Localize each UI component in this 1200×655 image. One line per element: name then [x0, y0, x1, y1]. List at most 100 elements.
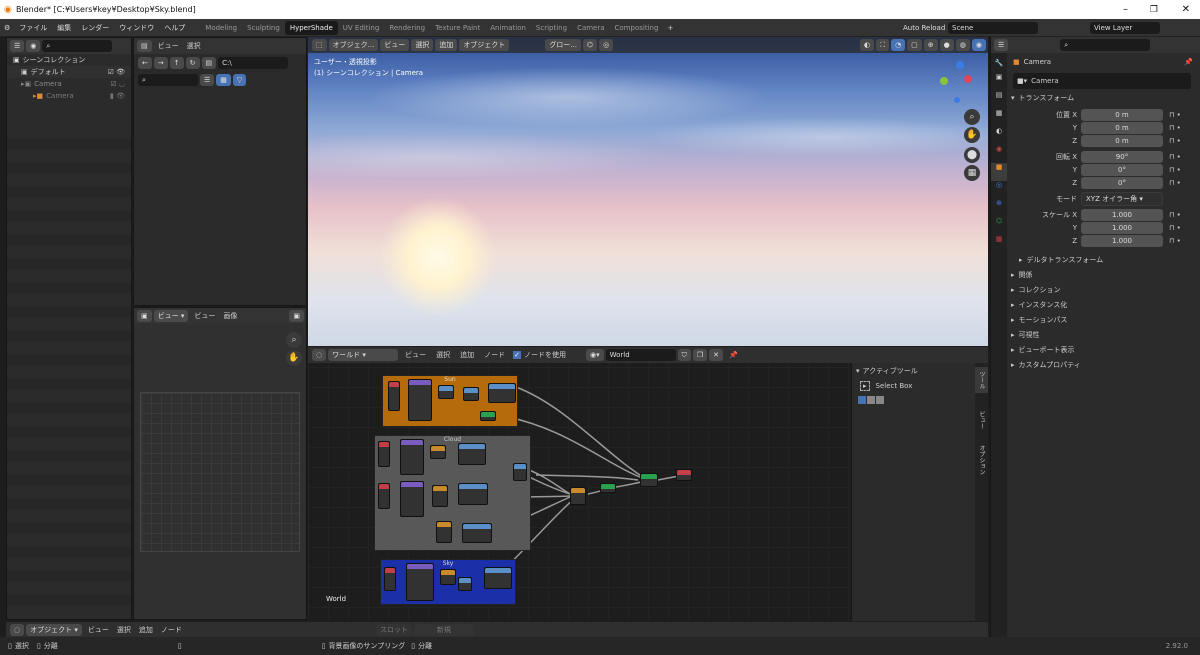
node[interactable] — [400, 439, 424, 475]
menu-select[interactable]: 選択 — [117, 625, 131, 635]
axis-z-icon[interactable] — [956, 61, 964, 69]
node[interactable] — [513, 463, 527, 481]
mode-dropdown[interactable]: オブジェク... — [328, 39, 379, 51]
transform-section-header[interactable]: ▾ トランスフォーム — [1009, 91, 1199, 106]
view-mode-dropdown[interactable]: ビュー ▾ — [153, 310, 189, 322]
workspace-tab[interactable]: Scripting — [531, 21, 572, 35]
node[interactable] — [440, 569, 456, 585]
editor-type-button[interactable]: ☰ — [10, 40, 25, 52]
node[interactable] — [438, 385, 454, 399]
editor-type-button[interactable]: ☰ — [994, 39, 1009, 51]
visibility-section[interactable]: ▸ 可視性 — [1009, 328, 1199, 343]
auto-reload-label[interactable]: Auto Reload — [898, 24, 950, 32]
editor-type-button[interactable]: ◌ — [10, 623, 25, 636]
filter-icon[interactable]: ▽ — [232, 74, 247, 86]
menu-image[interactable]: 画像 — [223, 311, 237, 321]
axis-x-icon[interactable] — [964, 75, 972, 83]
node-frame-cloud[interactable]: Cloud — [374, 435, 531, 551]
outliner-row[interactable]: ▣ デフォルト ☑ 👁 — [7, 66, 131, 78]
select-new-icon[interactable] — [858, 396, 866, 404]
scale-y-field[interactable]: 1.000 — [1081, 222, 1163, 234]
node[interactable] — [570, 487, 586, 505]
view-layer-tab-icon[interactable]: ▦ — [991, 109, 1007, 127]
outliner-row[interactable]: ▣ シーンコレクション — [7, 54, 131, 66]
menu-node[interactable]: ノード — [161, 625, 182, 635]
scene-tab-icon[interactable]: ◐ — [991, 127, 1007, 145]
lock-icon[interactable]: ⊓ • — [1169, 109, 1181, 121]
node[interactable] — [378, 441, 390, 467]
search-input[interactable]: ⌕ — [42, 40, 113, 52]
menu-add[interactable]: 追加 — [435, 39, 458, 51]
hand-icon[interactable]: ✋ — [964, 127, 980, 143]
sidebar-tab-view[interactable]: ビュー — [975, 407, 988, 433]
node[interactable] — [462, 523, 492, 543]
maximize-button[interactable]: ❐ — [1150, 5, 1158, 15]
scale-x-field[interactable]: 1.000 — [1081, 209, 1163, 221]
properties-search-input[interactable]: ⌕ — [1060, 39, 1151, 51]
menu-view[interactable]: ビュー — [194, 311, 215, 321]
parent-icon[interactable]: ↑ — [169, 57, 184, 69]
overlay-toggle-icon[interactable]: ◔ — [891, 39, 906, 51]
workspace-tab[interactable]: Animation — [485, 21, 531, 35]
node[interactable] — [384, 567, 396, 591]
node[interactable] — [676, 469, 692, 481]
node[interactable] — [463, 387, 479, 401]
node[interactable] — [432, 485, 448, 507]
rotation-mode-dropdown[interactable]: XYZ オイラー角 ▾ — [1081, 192, 1163, 206]
node[interactable] — [430, 445, 446, 459]
object-name-field[interactable]: ■▾ Camera — [1013, 73, 1191, 89]
list-view-icon[interactable]: ☰ — [200, 74, 215, 86]
location-z-field[interactable]: 0 m — [1081, 135, 1163, 147]
add-workspace-icon[interactable]: + — [663, 24, 677, 32]
location-x-field[interactable]: 0 m — [1081, 109, 1163, 121]
solid-shading-icon[interactable]: ● — [939, 39, 954, 51]
lock-icon[interactable]: ⊓ • — [1169, 222, 1181, 234]
lock-icon[interactable]: ⊓ • — [1169, 235, 1181, 247]
texture-tab-icon[interactable]: ▦ — [991, 235, 1007, 253]
workspace-tab-active[interactable]: HyperShade — [284, 20, 338, 35]
select-subtract-icon[interactable] — [876, 396, 884, 404]
editor-type-button[interactable]: ⬚ — [312, 39, 327, 51]
collections-section[interactable]: ▸ コレクション — [1009, 283, 1199, 298]
select-extend-icon[interactable] — [867, 396, 875, 404]
eye-icon[interactable]: ▮ 👁 — [110, 92, 125, 100]
node[interactable] — [458, 443, 486, 465]
active-tool-header[interactable]: ▾ アクティブツール — [852, 363, 975, 379]
menu-add[interactable]: 追加 — [139, 625, 153, 635]
node[interactable] — [488, 383, 516, 403]
tool-tab-icon[interactable]: 🔧 — [991, 53, 1007, 73]
display-mode-button[interactable]: ◉ — [26, 40, 41, 52]
constraint-tab-icon[interactable]: ⊕ — [991, 199, 1007, 217]
workspace-tab[interactable]: Camera — [572, 21, 609, 35]
perspective-toggle-icon[interactable]: ▦ — [964, 165, 980, 181]
lock-icon[interactable]: ⊓ • — [1169, 135, 1181, 147]
axis-neg-z-icon[interactable] — [954, 97, 960, 103]
menu-help[interactable]: ヘルプ — [159, 23, 190, 33]
outliner-row[interactable]: ▸▣ Camera ☑ ◡ — [7, 78, 131, 90]
outliner-row[interactable]: ▸■ Camera ▮ 👁 — [7, 90, 131, 102]
node[interactable] — [600, 483, 616, 493]
workspace-tab[interactable]: Texture Paint — [430, 21, 485, 35]
physics-tab-icon[interactable]: ◎ — [991, 181, 1007, 199]
refresh-icon[interactable]: ↻ — [185, 57, 200, 69]
menu-render[interactable]: レンダー — [76, 23, 114, 33]
select-box-tool[interactable]: ▸ Select Box — [852, 379, 975, 393]
motion-paths-section[interactable]: ▸ モーションパス — [1009, 313, 1199, 328]
image-browse-icon[interactable]: ▣ — [289, 310, 304, 322]
workspace-tab[interactable]: Compositing — [610, 21, 664, 35]
zoom-icon[interactable]: ⌕ — [286, 332, 302, 348]
minimize-button[interactable]: – — [1123, 4, 1128, 15]
close-button[interactable]: ✕ — [1182, 4, 1190, 15]
rendered-shading-icon[interactable]: ◉ — [971, 39, 986, 51]
lock-icon[interactable]: ⊓ • — [1169, 122, 1181, 134]
node[interactable] — [480, 411, 496, 421]
pin-icon[interactable]: 📌 — [1184, 58, 1193, 66]
menu-select[interactable]: 選択 — [411, 39, 434, 51]
node[interactable] — [378, 483, 390, 509]
workspace-tab[interactable]: Sculpting — [242, 21, 285, 35]
object-mode-dropdown[interactable]: オブジェクト ▾ — [26, 623, 82, 636]
output-tab-icon[interactable]: ▤ — [991, 91, 1007, 109]
node[interactable] — [436, 521, 452, 543]
snap-icon[interactable]: ⌬ — [583, 39, 598, 51]
sidebar-tab-tool[interactable]: ツール — [975, 367, 988, 393]
